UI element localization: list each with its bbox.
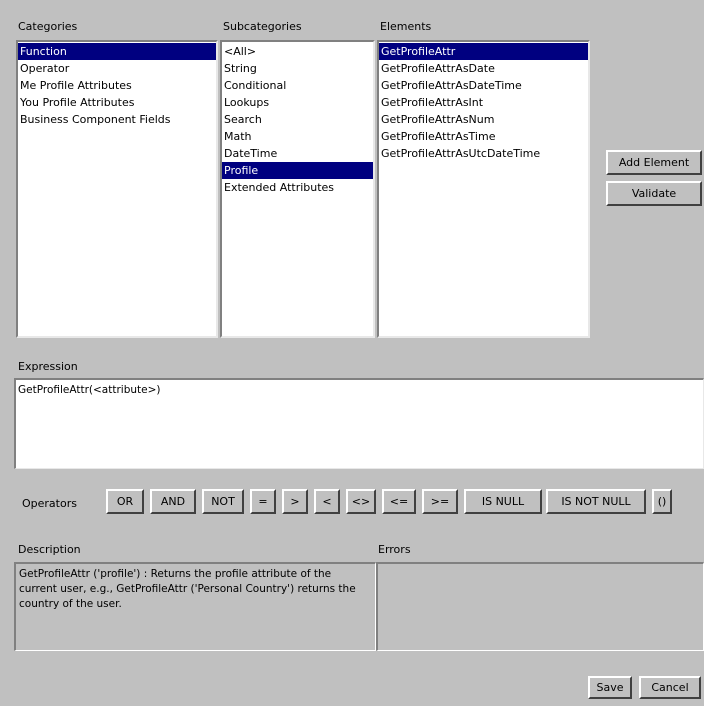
subcategories-list[interactable]: <All> String Conditional Lookups Search Math D… [220, 40, 375, 338]
element-item[interactable]: GetProfileAttr [379, 43, 588, 60]
expression-label: Expression [18, 360, 78, 373]
add-element-button[interactable]: Add Element [606, 150, 702, 175]
description-label: Description [18, 543, 81, 556]
operator-parentheses-button[interactable]: () [652, 489, 672, 514]
operator-not-equal-button[interactable]: <> [346, 489, 376, 514]
operator-greater-equal-button[interactable]: >= [422, 489, 458, 514]
element-item[interactable]: GetProfileAttrAsDateTime [379, 77, 588, 94]
elements-list[interactable]: GetProfileAttr GetProfileAttrAsDate GetPro… [377, 40, 590, 338]
element-item[interactable]: GetProfileAttrAsDate [379, 60, 588, 77]
subcategory-item[interactable]: Math [222, 128, 373, 145]
operator-greater-than-button[interactable]: > [282, 489, 308, 514]
element-item[interactable]: GetProfileAttrAsTime [379, 128, 588, 145]
elements-label: Elements [380, 20, 432, 33]
errors-label: Errors [378, 543, 411, 556]
operator-is-not-null-button[interactable]: IS NOT NULL [546, 489, 646, 514]
element-item[interactable]: GetProfileAttrAsInt [379, 94, 588, 111]
category-item[interactable]: Business Component Fields [18, 111, 216, 128]
operator-is-null-button[interactable]: IS NULL [464, 489, 542, 514]
subcategory-item[interactable]: DateTime [222, 145, 373, 162]
operator-not-button[interactable]: NOT [202, 489, 244, 514]
subcategory-item[interactable]: Search [222, 111, 373, 128]
subcategory-item[interactable]: Profile [222, 162, 373, 179]
category-item[interactable]: Me Profile Attributes [18, 77, 216, 94]
element-item[interactable]: GetProfileAttrAsUtcDateTime [379, 145, 588, 162]
save-button[interactable]: Save [588, 676, 632, 699]
element-item[interactable]: GetProfileAttrAsNum [379, 111, 588, 128]
cancel-button[interactable]: Cancel [639, 676, 701, 699]
operators-label: Operators [22, 497, 77, 510]
operator-less-equal-button[interactable]: <= [382, 489, 416, 514]
subcategory-item[interactable]: Lookups [222, 94, 373, 111]
subcategory-item[interactable]: <All> [222, 43, 373, 60]
errors-text [376, 562, 704, 651]
category-item[interactable]: Operator [18, 60, 216, 77]
category-item[interactable]: Function [18, 43, 216, 60]
operator-and-button[interactable]: AND [150, 489, 196, 514]
categories-list[interactable]: Function Operator Me Profile Attributes You… [16, 40, 218, 338]
operator-or-button[interactable]: OR [106, 489, 144, 514]
validate-button[interactable]: Validate [606, 181, 702, 206]
operator-equals-button[interactable]: = [250, 489, 276, 514]
subcategory-item[interactable]: Extended Attributes [222, 179, 373, 196]
expression-input[interactable]: GetProfileAttr(<attribute>) [14, 378, 704, 469]
category-item[interactable]: You Profile Attributes [18, 94, 216, 111]
subcategory-item[interactable]: Conditional [222, 77, 373, 94]
subcategories-label: Subcategories [223, 20, 302, 33]
categories-label: Categories [18, 20, 78, 33]
description-text: GetProfileAttr ('profile') : Returns the… [14, 562, 376, 651]
operator-less-than-button[interactable]: < [314, 489, 340, 514]
subcategory-item[interactable]: String [222, 60, 373, 77]
